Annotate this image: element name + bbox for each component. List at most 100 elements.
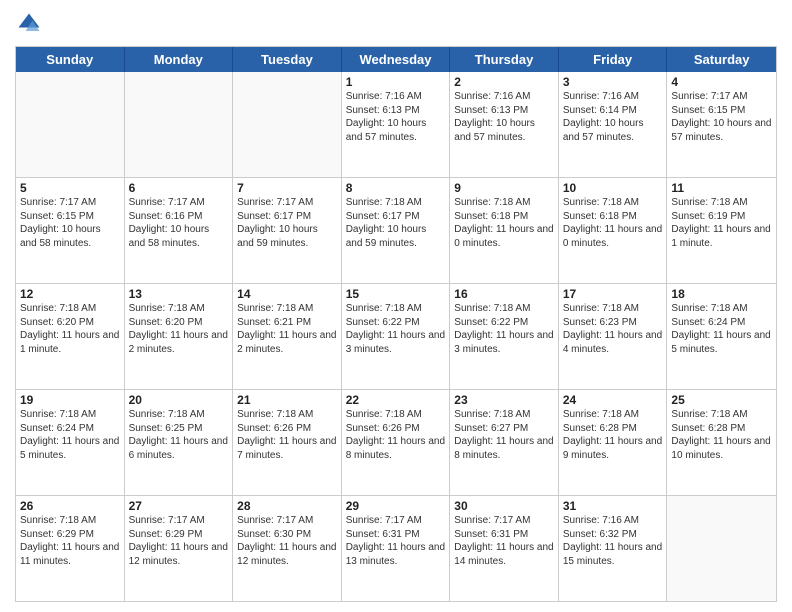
calendar-day-10: 10Sunrise: 7:18 AM Sunset: 6:18 PM Dayli…: [559, 178, 668, 283]
day-number: 28: [237, 499, 337, 513]
calendar-day-26: 26Sunrise: 7:18 AM Sunset: 6:29 PM Dayli…: [16, 496, 125, 601]
day-number: 12: [20, 287, 120, 301]
day-info: Sunrise: 7:18 AM Sunset: 6:20 PM Dayligh…: [20, 302, 120, 356]
calendar-day-4: 4Sunrise: 7:17 AM Sunset: 6:15 PM Daylig…: [667, 72, 776, 177]
calendar-day-1: 1Sunrise: 7:16 AM Sunset: 6:13 PM Daylig…: [342, 72, 451, 177]
day-number: 27: [129, 499, 229, 513]
calendar-day-28: 28Sunrise: 7:17 AM Sunset: 6:30 PM Dayli…: [233, 496, 342, 601]
day-info: Sunrise: 7:17 AM Sunset: 6:15 PM Dayligh…: [20, 196, 120, 250]
day-number: 11: [671, 181, 772, 195]
day-info: Sunrise: 7:16 AM Sunset: 6:14 PM Dayligh…: [563, 90, 663, 144]
day-info: Sunrise: 7:18 AM Sunset: 6:20 PM Dayligh…: [129, 302, 229, 356]
day-info: Sunrise: 7:18 AM Sunset: 6:26 PM Dayligh…: [346, 408, 446, 462]
day-info: Sunrise: 7:18 AM Sunset: 6:27 PM Dayligh…: [454, 408, 554, 462]
day-number: 4: [671, 75, 772, 89]
day-number: 13: [129, 287, 229, 301]
calendar-day-5: 5Sunrise: 7:17 AM Sunset: 6:15 PM Daylig…: [16, 178, 125, 283]
day-number: 23: [454, 393, 554, 407]
day-number: 24: [563, 393, 663, 407]
calendar-day-12: 12Sunrise: 7:18 AM Sunset: 6:20 PM Dayli…: [16, 284, 125, 389]
calendar-day-22: 22Sunrise: 7:18 AM Sunset: 6:26 PM Dayli…: [342, 390, 451, 495]
day-info: Sunrise: 7:18 AM Sunset: 6:26 PM Dayligh…: [237, 408, 337, 462]
header-day-friday: Friday: [559, 47, 668, 72]
calendar-day-16: 16Sunrise: 7:18 AM Sunset: 6:22 PM Dayli…: [450, 284, 559, 389]
calendar-row-1: 5Sunrise: 7:17 AM Sunset: 6:15 PM Daylig…: [16, 177, 776, 283]
calendar-day-27: 27Sunrise: 7:17 AM Sunset: 6:29 PM Dayli…: [125, 496, 234, 601]
calendar-day-21: 21Sunrise: 7:18 AM Sunset: 6:26 PM Dayli…: [233, 390, 342, 495]
day-number: 15: [346, 287, 446, 301]
calendar-empty: [125, 72, 234, 177]
calendar-day-7: 7Sunrise: 7:17 AM Sunset: 6:17 PM Daylig…: [233, 178, 342, 283]
day-number: 17: [563, 287, 663, 301]
day-number: 16: [454, 287, 554, 301]
day-number: 22: [346, 393, 446, 407]
day-number: 9: [454, 181, 554, 195]
header-day-monday: Monday: [125, 47, 234, 72]
day-info: Sunrise: 7:16 AM Sunset: 6:32 PM Dayligh…: [563, 514, 663, 568]
day-number: 29: [346, 499, 446, 513]
calendar-row-0: 1Sunrise: 7:16 AM Sunset: 6:13 PM Daylig…: [16, 72, 776, 177]
calendar-body: 1Sunrise: 7:16 AM Sunset: 6:13 PM Daylig…: [16, 72, 776, 601]
day-number: 21: [237, 393, 337, 407]
day-info: Sunrise: 7:18 AM Sunset: 6:21 PM Dayligh…: [237, 302, 337, 356]
calendar-row-3: 19Sunrise: 7:18 AM Sunset: 6:24 PM Dayli…: [16, 389, 776, 495]
day-info: Sunrise: 7:16 AM Sunset: 6:13 PM Dayligh…: [346, 90, 446, 144]
header-day-tuesday: Tuesday: [233, 47, 342, 72]
calendar-day-15: 15Sunrise: 7:18 AM Sunset: 6:22 PM Dayli…: [342, 284, 451, 389]
calendar-row-4: 26Sunrise: 7:18 AM Sunset: 6:29 PM Dayli…: [16, 495, 776, 601]
day-info: Sunrise: 7:18 AM Sunset: 6:24 PM Dayligh…: [671, 302, 772, 356]
day-number: 18: [671, 287, 772, 301]
day-info: Sunrise: 7:18 AM Sunset: 6:28 PM Dayligh…: [671, 408, 772, 462]
day-info: Sunrise: 7:17 AM Sunset: 6:17 PM Dayligh…: [237, 196, 337, 250]
day-info: Sunrise: 7:18 AM Sunset: 6:24 PM Dayligh…: [20, 408, 120, 462]
day-info: Sunrise: 7:18 AM Sunset: 6:28 PM Dayligh…: [563, 408, 663, 462]
day-info: Sunrise: 7:18 AM Sunset: 6:18 PM Dayligh…: [563, 196, 663, 250]
calendar: SundayMondayTuesdayWednesdayThursdayFrid…: [15, 46, 777, 602]
calendar-day-24: 24Sunrise: 7:18 AM Sunset: 6:28 PM Dayli…: [559, 390, 668, 495]
day-number: 2: [454, 75, 554, 89]
calendar-day-31: 31Sunrise: 7:16 AM Sunset: 6:32 PM Dayli…: [559, 496, 668, 601]
calendar-day-9: 9Sunrise: 7:18 AM Sunset: 6:18 PM Daylig…: [450, 178, 559, 283]
day-info: Sunrise: 7:18 AM Sunset: 6:29 PM Dayligh…: [20, 514, 120, 568]
day-number: 3: [563, 75, 663, 89]
calendar-day-19: 19Sunrise: 7:18 AM Sunset: 6:24 PM Dayli…: [16, 390, 125, 495]
calendar-day-25: 25Sunrise: 7:18 AM Sunset: 6:28 PM Dayli…: [667, 390, 776, 495]
day-info: Sunrise: 7:17 AM Sunset: 6:31 PM Dayligh…: [346, 514, 446, 568]
day-number: 30: [454, 499, 554, 513]
calendar-day-29: 29Sunrise: 7:17 AM Sunset: 6:31 PM Dayli…: [342, 496, 451, 601]
header-day-thursday: Thursday: [450, 47, 559, 72]
calendar-empty: [233, 72, 342, 177]
day-number: 31: [563, 499, 663, 513]
day-info: Sunrise: 7:17 AM Sunset: 6:16 PM Dayligh…: [129, 196, 229, 250]
day-number: 8: [346, 181, 446, 195]
calendar-day-3: 3Sunrise: 7:16 AM Sunset: 6:14 PM Daylig…: [559, 72, 668, 177]
calendar-day-11: 11Sunrise: 7:18 AM Sunset: 6:19 PM Dayli…: [667, 178, 776, 283]
calendar-day-6: 6Sunrise: 7:17 AM Sunset: 6:16 PM Daylig…: [125, 178, 234, 283]
calendar-day-17: 17Sunrise: 7:18 AM Sunset: 6:23 PM Dayli…: [559, 284, 668, 389]
logo: [15, 10, 47, 38]
header-day-sunday: Sunday: [16, 47, 125, 72]
day-info: Sunrise: 7:18 AM Sunset: 6:17 PM Dayligh…: [346, 196, 446, 250]
calendar-empty: [16, 72, 125, 177]
day-number: 26: [20, 499, 120, 513]
day-number: 14: [237, 287, 337, 301]
day-info: Sunrise: 7:18 AM Sunset: 6:23 PM Dayligh…: [563, 302, 663, 356]
calendar-day-14: 14Sunrise: 7:18 AM Sunset: 6:21 PM Dayli…: [233, 284, 342, 389]
day-number: 7: [237, 181, 337, 195]
day-info: Sunrise: 7:18 AM Sunset: 6:22 PM Dayligh…: [454, 302, 554, 356]
day-number: 5: [20, 181, 120, 195]
day-info: Sunrise: 7:18 AM Sunset: 6:18 PM Dayligh…: [454, 196, 554, 250]
calendar-day-20: 20Sunrise: 7:18 AM Sunset: 6:25 PM Dayli…: [125, 390, 234, 495]
logo-icon: [15, 10, 43, 38]
day-number: 19: [20, 393, 120, 407]
page: SundayMondayTuesdayWednesdayThursdayFrid…: [0, 0, 792, 612]
calendar-empty: [667, 496, 776, 601]
calendar-day-2: 2Sunrise: 7:16 AM Sunset: 6:13 PM Daylig…: [450, 72, 559, 177]
day-info: Sunrise: 7:17 AM Sunset: 6:15 PM Dayligh…: [671, 90, 772, 144]
calendar-row-2: 12Sunrise: 7:18 AM Sunset: 6:20 PM Dayli…: [16, 283, 776, 389]
calendar-day-13: 13Sunrise: 7:18 AM Sunset: 6:20 PM Dayli…: [125, 284, 234, 389]
day-info: Sunrise: 7:18 AM Sunset: 6:22 PM Dayligh…: [346, 302, 446, 356]
header-day-saturday: Saturday: [667, 47, 776, 72]
calendar-day-18: 18Sunrise: 7:18 AM Sunset: 6:24 PM Dayli…: [667, 284, 776, 389]
calendar-header-row: SundayMondayTuesdayWednesdayThursdayFrid…: [16, 47, 776, 72]
